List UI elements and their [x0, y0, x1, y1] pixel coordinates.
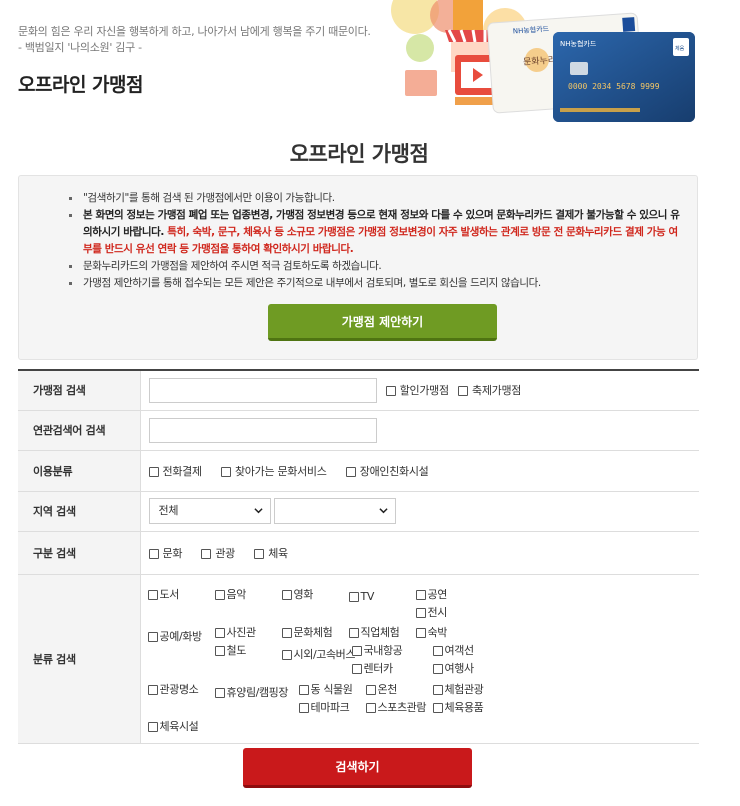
category-option[interactable]: 테마파크 [298, 699, 350, 715]
category-option[interactable]: 체육용품 [432, 699, 484, 715]
label-division: 구분 검색 [18, 531, 141, 575]
category-option[interactable]: 공예/화방 [147, 628, 202, 644]
category-option[interactable]: 동 식물원 [298, 681, 353, 697]
region-select-1[interactable]: 전체 [148, 498, 271, 524]
category-option[interactable]: 공연 [415, 586, 447, 602]
division-option-tourism[interactable]: 관광 [201, 545, 235, 561]
usage-phone-checkbox[interactable] [148, 466, 159, 477]
category-option[interactable]: 음악 [214, 586, 246, 602]
category-option[interactable]: 국내항공 [351, 642, 403, 658]
search-form: 가맹점 검색 할인가맹점 축제가맹점 연관검색어 검색 이용분류 전화결제 찾아… [18, 369, 699, 744]
category-grid: 도서 음악 영화 TV 공연 전시 공예/화방 사진관 문화체험 직업체험 숙박… [141, 575, 700, 743]
section-title: 오프라인 가맹점 [289, 142, 429, 166]
merchant-search-input[interactable] [148, 377, 377, 403]
usage-accessible-checkbox[interactable] [345, 466, 356, 477]
label-related-search: 연관검색어 검색 [18, 410, 141, 451]
usage-visiting-checkbox[interactable] [220, 466, 231, 477]
notice-list: "검색하기"를 통해 검색 된 가맹점에서만 이용이 가능합니다. 본 화면의 … [69, 190, 683, 292]
division-tourism-checkbox[interactable] [201, 548, 212, 559]
quote-line-2: - 백범일지 '나의소원' 김구 - [18, 41, 142, 54]
category-option[interactable]: 관광명소 [147, 681, 199, 697]
row-region: 지역 검색 전체 [18, 491, 699, 532]
related-search-input[interactable] [148, 417, 377, 443]
notice-item: "검색하기"를 통해 검색 된 가맹점에서만 이용이 가능합니다. [69, 190, 683, 207]
label-category: 분류 검색 [18, 574, 141, 744]
quote-line-1: 문화의 힘은 우리 자신을 행복하게 하고, 나아가서 남에게 행복을 주기 때… [18, 25, 371, 38]
blue-card: NH농협카드 체움 0000 2034 5678 9999 [553, 32, 695, 122]
category-option[interactable]: 렌터카 [351, 660, 393, 676]
category-option[interactable]: 여행사 [432, 660, 474, 676]
usage-option-visiting[interactable]: 찾아가는 문화서비스 [220, 463, 327, 479]
card-badge-text: 체움 [675, 45, 685, 52]
category-option[interactable]: 여객선 [432, 642, 474, 658]
row-usage: 이용분류 전화결제 찾아가는 문화서비스 장애인친화시설 [18, 450, 699, 492]
category-option[interactable]: 영화 [281, 586, 313, 602]
usage-option-accessible[interactable]: 장애인친화시설 [345, 463, 429, 479]
category-option[interactable]: 전시 [415, 604, 447, 620]
category-option[interactable]: 철도 [214, 642, 246, 658]
category-option[interactable]: 시외/고속버스 [281, 646, 356, 662]
banner-illustration: NH농협카드 문화누리 NH농협카드 체움 0000 2034 5678 999… [391, 0, 695, 122]
category-option[interactable]: 체육시설 [147, 718, 199, 734]
card-name-text: 문화누리 [523, 55, 557, 68]
notice-box: "검색하기"를 통해 검색 된 가맹점에서만 이용이 가능합니다. 본 화면의 … [18, 175, 698, 360]
category-option[interactable]: 사진관 [214, 624, 256, 640]
row-related-search: 연관검색어 검색 [18, 410, 699, 451]
division-culture-checkbox[interactable] [148, 548, 159, 559]
label-region: 지역 검색 [18, 491, 141, 532]
row-division: 구분 검색 문화 관광 체육 [18, 531, 699, 575]
notice-item: 가맹점 제안하기를 통해 접수되는 모든 제안은 주기적으로 내부에서 검토되며… [69, 275, 683, 292]
division-sports-checkbox[interactable] [254, 548, 265, 559]
discount-merchant-checkbox[interactable] [385, 386, 396, 397]
festival-merchant-checkbox[interactable] [458, 386, 469, 397]
category-option[interactable]: 문화체험 [281, 624, 333, 640]
deco-circle [406, 34, 434, 62]
suggest-merchant-button[interactable]: 가맹점 제안하기 [268, 304, 497, 341]
division-option-sports[interactable]: 체육 [254, 545, 288, 561]
row-merchant-search: 가맹점 검색 할인가맹점 축제가맹점 [18, 370, 699, 411]
region-select-2[interactable] [273, 498, 396, 524]
category-option[interactable]: 스포츠관람 [365, 699, 427, 715]
card-number-text: 0000 2034 5678 9999 [568, 82, 660, 91]
label-usage: 이용분류 [18, 450, 141, 492]
chevron-down-icon [253, 508, 263, 514]
search-button[interactable]: 검색하기 [243, 748, 472, 788]
notice-item: 문화누리카드의 가맹점을 제안하여 주시면 적극 검토하도록 하겠습니다. [69, 258, 683, 275]
category-option[interactable]: TV [348, 590, 374, 603]
category-option[interactable]: 온천 [365, 681, 397, 697]
category-option[interactable]: 숙박 [415, 624, 447, 640]
chevron-down-icon [379, 508, 388, 514]
category-option[interactable]: 체험관광 [432, 681, 484, 697]
category-option[interactable]: 도서 [147, 586, 179, 602]
category-option[interactable]: 직업체험 [348, 624, 400, 640]
usage-option-phone[interactable]: 전화결제 [148, 463, 202, 479]
quote: 문화의 힘은 우리 자신을 행복하게 하고, 나아가서 남에게 행복을 주기 때… [18, 24, 371, 56]
label-merchant-search: 가맹점 검색 [18, 370, 141, 411]
festival-merchant-option[interactable]: 축제가맹점 [458, 382, 521, 398]
category-option[interactable]: 휴양림/캠핑장 [214, 684, 289, 700]
row-category: 분류 검색 도서 음악 영화 TV 공연 전시 공예/화방 사진관 문화체험 직… [18, 574, 700, 744]
division-option-culture[interactable]: 문화 [148, 545, 182, 561]
card-brand-text-blue: NH농협카드 [560, 39, 597, 48]
page-title: 오프라인 가맹점 [18, 74, 143, 96]
notice-item: 본 화면의 정보는 가맹점 폐업 또는 업종변경, 가맹점 정보변경 등으로 현… [69, 207, 683, 258]
discount-merchant-option[interactable]: 할인가맹점 [385, 382, 449, 398]
notice-warning: 특히, 숙박, 문구, 체육사 등 소규모 가맹점은 가맹점 정보변경이 자주 … [83, 226, 678, 255]
